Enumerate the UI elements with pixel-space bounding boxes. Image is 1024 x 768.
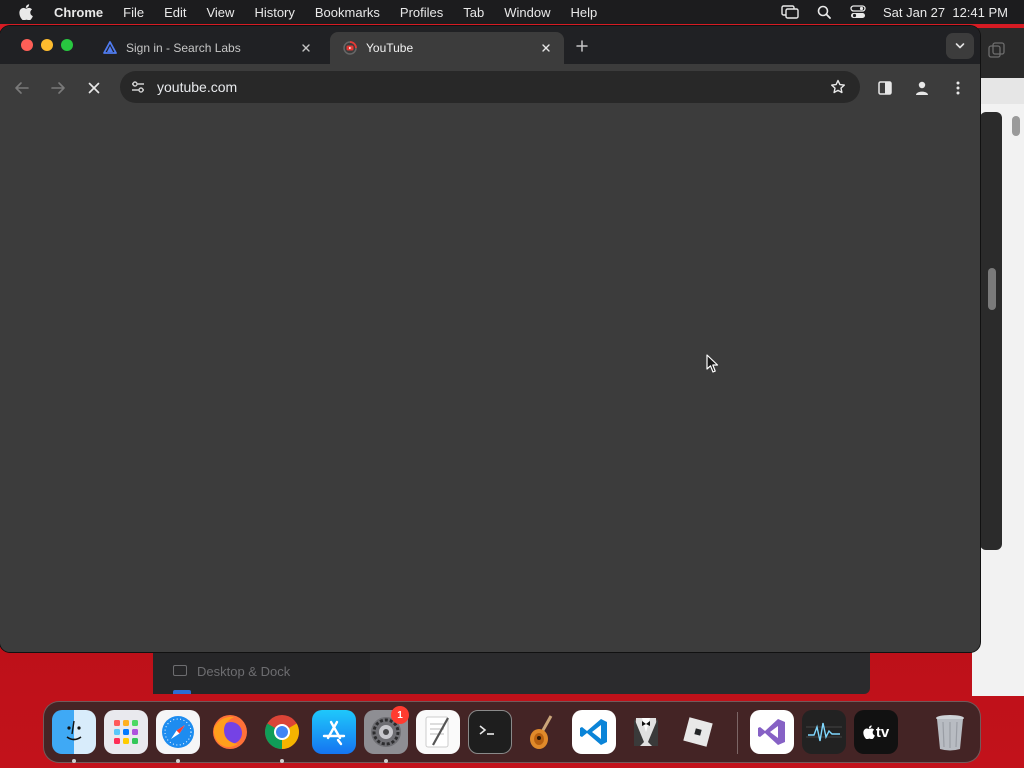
notification-badge: 1 — [391, 706, 409, 724]
apple-icon[interactable] — [16, 2, 36, 22]
window-zoom-button[interactable] — [61, 39, 73, 51]
chrome-window: Sign in - Search Labs YouTube youtube.co… — [0, 26, 980, 652]
dock: 1 tv — [43, 701, 981, 763]
sidebar-item-desktop-dock[interactable]: Desktop & Dock — [197, 664, 290, 679]
close-icon — [88, 82, 100, 94]
site-info-icon[interactable] — [128, 77, 148, 97]
running-indicator — [384, 759, 388, 763]
window-minimize-button[interactable] — [41, 39, 53, 51]
background-window-panel — [980, 112, 1002, 550]
terminal-icon[interactable] — [468, 710, 512, 754]
youtube-icon — [342, 40, 358, 56]
tab-title: YouTube — [366, 41, 414, 55]
tab-search-button[interactable] — [946, 33, 974, 59]
menu-profiles[interactable]: Profiles — [390, 5, 453, 20]
roblox-icon[interactable] — [676, 710, 720, 754]
profile-button[interactable] — [910, 76, 934, 100]
activity-monitor-icon[interactable] — [802, 710, 846, 754]
forward-arrow-icon — [51, 82, 65, 94]
search-labs-icon — [102, 40, 118, 56]
tab-title: Sign in - Search Labs — [126, 41, 241, 55]
menu-view[interactable]: View — [196, 5, 244, 20]
system-settings-window[interactable]: Desktop & Dock — [153, 648, 870, 694]
profile-icon — [916, 81, 928, 95]
menu-bookmarks[interactable]: Bookmarks — [305, 5, 390, 20]
visual-studio-icon[interactable] — [750, 710, 794, 754]
browser-toolbar: youtube.com — [0, 64, 980, 112]
mouse-cursor-icon — [706, 354, 720, 379]
bookmark-star-icon[interactable] — [828, 77, 848, 97]
dock-separator — [737, 712, 738, 754]
textedit-icon[interactable] — [416, 710, 460, 754]
garageband-icon[interactable] — [520, 710, 564, 754]
window-close-button[interactable] — [21, 39, 33, 51]
background-window-corner — [978, 28, 1024, 78]
spotlight-search-icon[interactable] — [815, 3, 833, 21]
background-scrollbar[interactable] — [1012, 116, 1020, 136]
vscode-icon[interactable] — [572, 710, 616, 754]
menu-tab[interactable]: Tab — [453, 5, 494, 20]
background-scrollbar-thumb[interactable] — [988, 268, 996, 310]
screen-mirroring-icon[interactable] — [781, 3, 799, 21]
menu-file[interactable]: File — [113, 5, 154, 20]
chrome-icon[interactable] — [260, 710, 304, 754]
more-vert-icon — [956, 81, 960, 95]
running-indicator — [280, 759, 284, 763]
new-tab-button[interactable] — [572, 36, 592, 56]
firefox-icon[interactable] — [208, 710, 252, 754]
menu-history[interactable]: History — [244, 5, 304, 20]
menu-window[interactable]: Window — [494, 5, 560, 20]
page-content[interactable] — [0, 112, 980, 652]
trash-icon[interactable] — [928, 710, 972, 754]
forward-button[interactable] — [46, 76, 70, 100]
back-arrow-icon — [15, 82, 29, 94]
sidebar-next-item-icon — [173, 690, 191, 694]
menu-help[interactable]: Help — [561, 5, 608, 20]
control-center-icon[interactable] — [849, 3, 867, 21]
menubar-clock[interactable]: Sat Jan 27 12:41 PM — [883, 5, 1008, 20]
tab-strip: Sign in - Search Labs YouTube — [0, 26, 980, 64]
running-indicator — [176, 759, 180, 763]
url-text[interactable]: youtube.com — [157, 79, 237, 95]
menu-app-name[interactable]: Chrome — [48, 5, 113, 20]
apple-tv-label: tv — [875, 723, 890, 741]
tab-sign-in-search-labs[interactable]: Sign in - Search Labs — [90, 32, 324, 64]
safari-icon[interactable] — [156, 710, 200, 754]
tab-close-icon[interactable] — [538, 40, 554, 56]
chevron-down-icon — [955, 43, 965, 49]
back-button[interactable] — [10, 76, 34, 100]
address-bar[interactable]: youtube.com — [120, 71, 860, 103]
side-panel-icon — [878, 81, 892, 95]
running-indicator — [72, 759, 76, 763]
stop-loading-button[interactable] — [82, 76, 106, 100]
app-store-icon[interactable] — [312, 710, 356, 754]
apple-tv-icon[interactable]: tv — [854, 710, 898, 754]
chrome-menu-button[interactable] — [946, 76, 970, 100]
desktop-dock-icon — [173, 665, 187, 676]
window-tile-icon — [988, 42, 1005, 58]
side-panel-button[interactable] — [873, 76, 897, 100]
launchpad-icon[interactable] — [104, 710, 148, 754]
menu-bar: Chrome File Edit View History Bookmarks … — [0, 0, 1024, 24]
tab-youtube[interactable]: YouTube — [330, 32, 564, 64]
bartender-icon[interactable] — [624, 710, 668, 754]
tab-close-icon[interactable] — [298, 40, 314, 56]
menu-edit[interactable]: Edit — [154, 5, 196, 20]
finder-icon[interactable] — [52, 710, 96, 754]
settings-sidebar: Desktop & Dock — [153, 648, 370, 694]
